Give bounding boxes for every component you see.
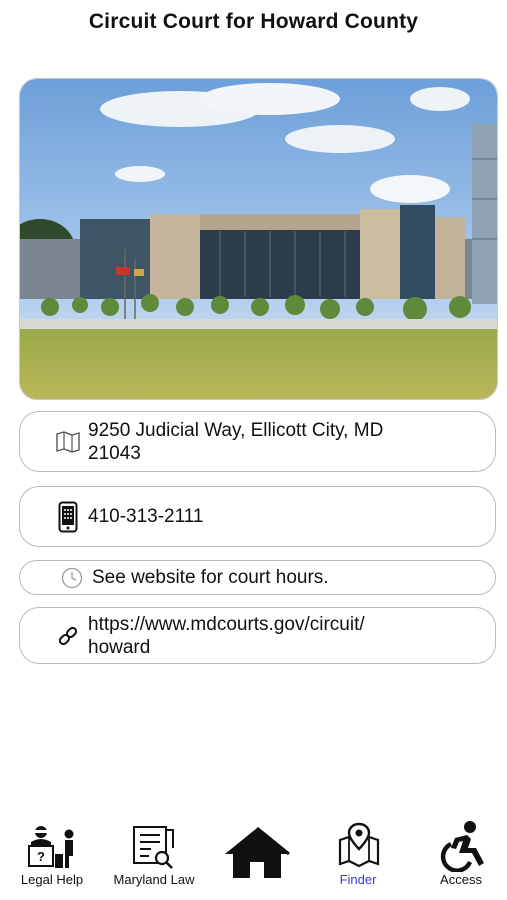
page-title: Circuit Court for Howard County <box>88 10 419 33</box>
home-icon <box>225 826 290 878</box>
map-icon <box>54 428 82 456</box>
court-building-photo <box>19 78 498 400</box>
clock-icon <box>58 564 86 592</box>
maryland-law-icon <box>133 826 174 869</box>
bottom-tab-bar: ? Legal Help Maryland Law Finder Access <box>0 812 507 900</box>
website-line2: howard <box>88 636 151 658</box>
website-line1: https://www.mdcourts.gov/circuit/ <box>88 613 365 635</box>
phone-icon <box>54 501 82 532</box>
svg-text:?: ? <box>37 849 45 864</box>
tab-label: Legal Help <box>20 872 84 887</box>
tab-label: Maryland Law <box>113 872 195 887</box>
phone-number: 410-313-2111 <box>88 506 204 527</box>
finder-map-icon <box>338 822 380 868</box>
address-text: 9250 Judicial Way, Ellicott City, MD 210… <box>88 419 383 465</box>
address-card[interactable]: 9250 Judicial Way, Ellicott City, MD 210… <box>19 411 496 472</box>
tab-label: Access <box>440 872 482 887</box>
hours-text: See website for court hours. <box>92 567 329 588</box>
hours-card[interactable]: See website for court hours. <box>19 560 496 595</box>
website-link[interactable]: https://www.mdcourts.gov/circuit/ howard <box>88 613 365 659</box>
address-line2: 21043 <box>88 442 141 464</box>
website-card[interactable]: https://www.mdcourts.gov/circuit/ howard <box>19 607 496 664</box>
accessibility-icon <box>440 821 484 872</box>
phone-card[interactable]: 410-313-2111 <box>19 486 496 547</box>
link-icon <box>54 622 82 650</box>
tab-label: Finder <box>339 872 377 887</box>
address-line1: 9250 Judicial Way, Ellicott City, MD <box>88 419 384 441</box>
legal-help-icon: ? <box>28 826 74 868</box>
